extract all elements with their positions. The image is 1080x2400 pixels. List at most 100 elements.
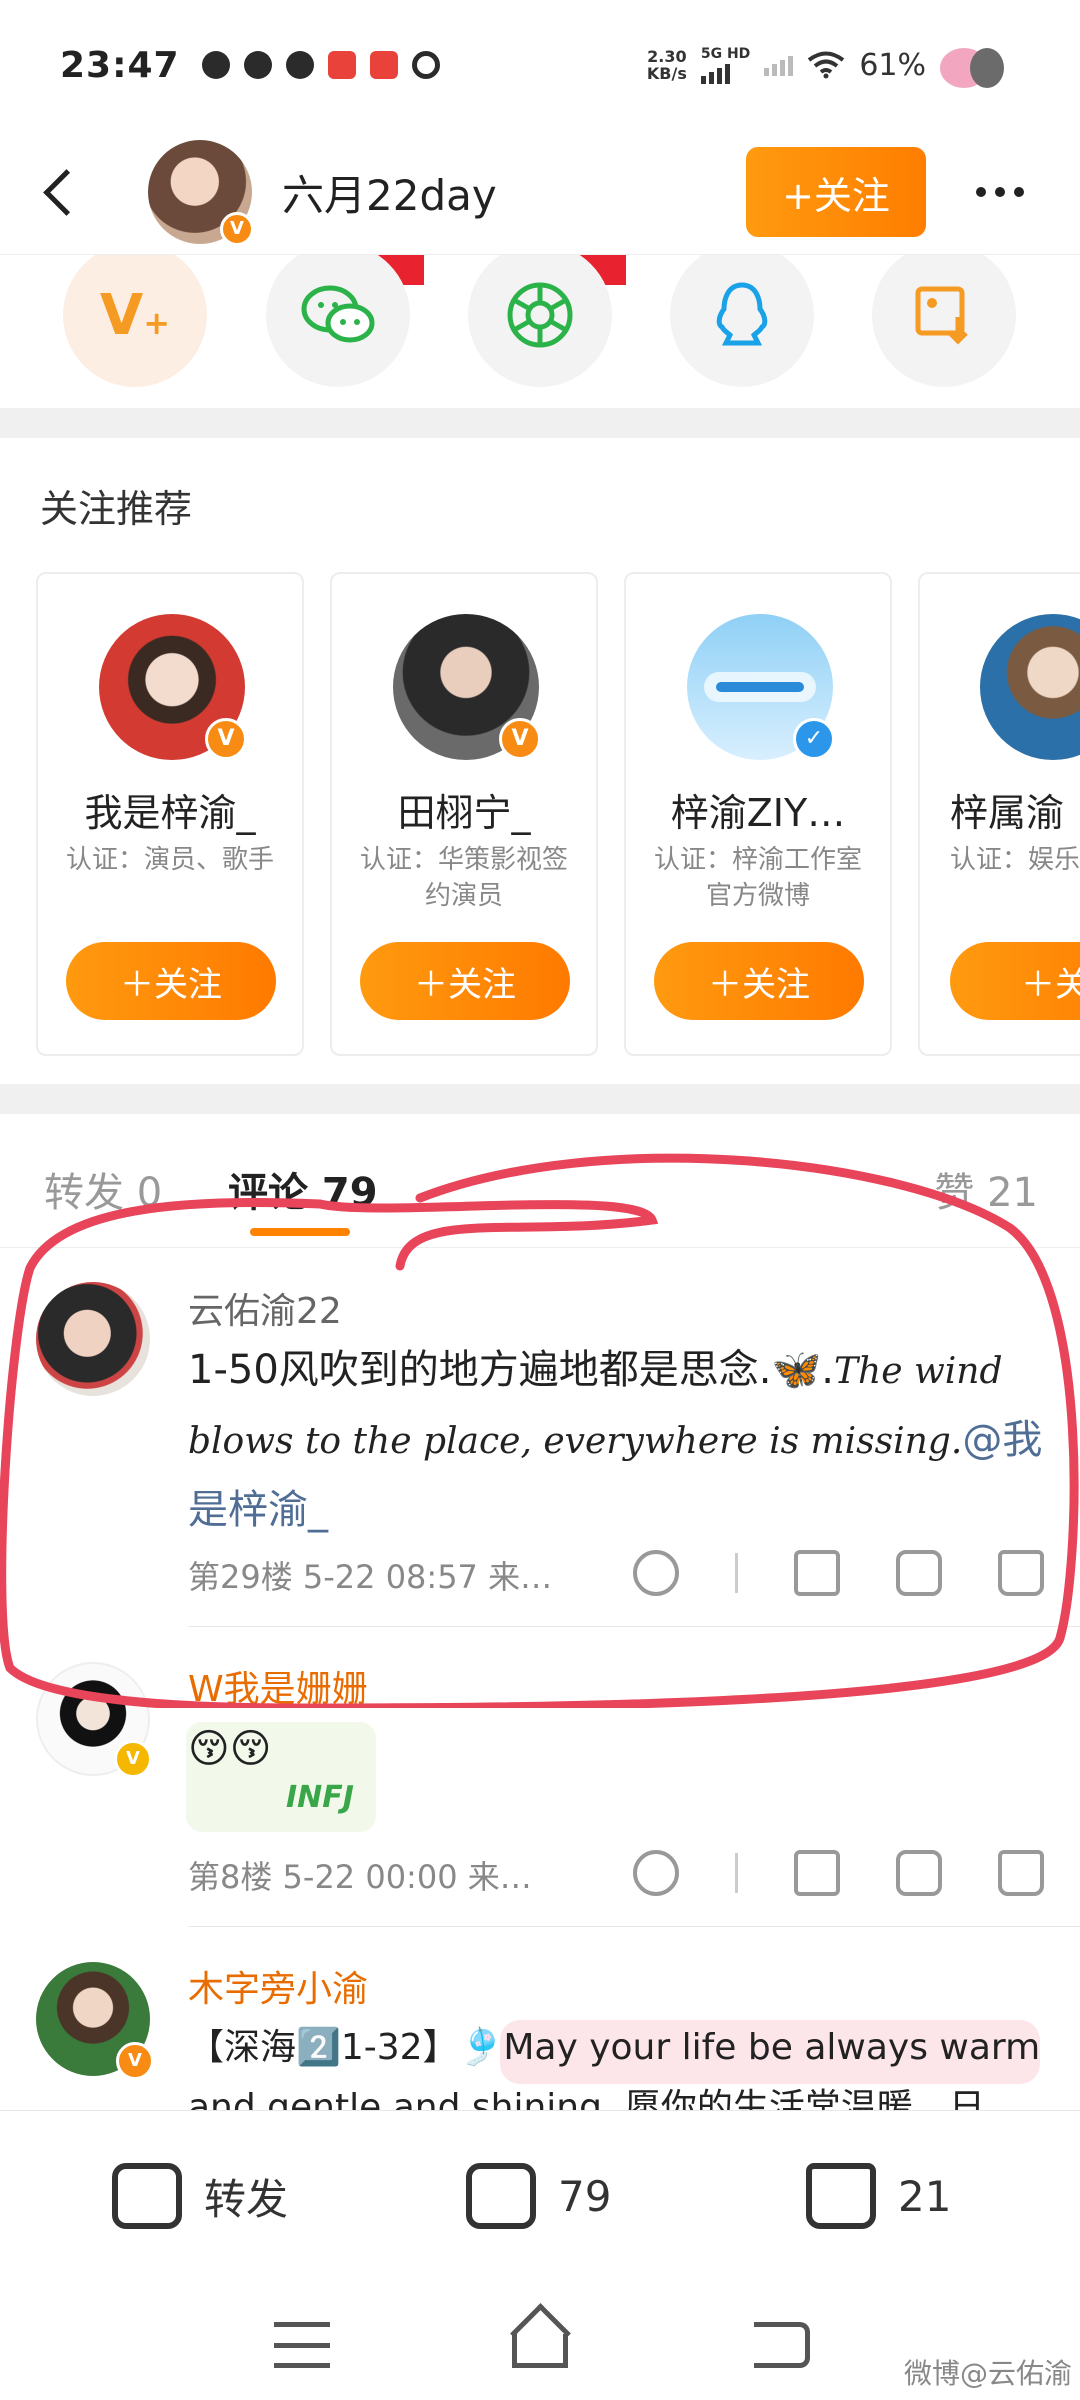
repost-button[interactable]: 转发: [112, 2163, 288, 2229]
notification-icons: [201, 51, 440, 79]
recommend-card[interactable]: 梓属渝 认证：娱乐 ＋关: [918, 572, 1080, 1056]
more-icon[interactable]: [960, 162, 1040, 222]
comment-meta: 第8楼 5-22 00:00 来…: [188, 1858, 532, 1896]
like-icon[interactable]: [998, 1850, 1044, 1896]
recommend-name[interactable]: 田栩宁_: [332, 782, 596, 837]
verified-badge-icon: V: [205, 718, 247, 760]
comment-text: 1-50风吹到的地方遍地都是思念.🦋.The wind blows to the…: [188, 1347, 1043, 1533]
section-divider: [0, 408, 1080, 438]
recommend-desc: 认证：梓渝工作室官方微博: [653, 845, 862, 911]
interaction-tabs: 转发 0 评论 79 赞 21: [0, 1120, 1080, 1248]
comment-item: V W我是姗姗 😚😚 INFJ 第8楼 5-22 00:00 来…: [0, 1630, 1080, 1930]
recommend-name[interactable]: 梓渝ZIY…: [626, 782, 890, 837]
recommend-desc: 认证：华策影视签约演员: [359, 845, 568, 911]
verified-badge-icon: V: [116, 2042, 154, 2080]
recommend-card[interactable]: V 我是梓渝_ 认证：演员、歌手 ＋关注: [36, 572, 304, 1056]
moments-icon[interactable]: [468, 255, 612, 387]
divider: [188, 1626, 1080, 1627]
avatar[interactable]: V: [148, 140, 254, 246]
comment-username[interactable]: 云佑渝22: [188, 1282, 342, 1334]
app-notification-icon: [327, 51, 356, 79]
header-username[interactable]: 六月22day: [282, 162, 497, 223]
save-image-icon[interactable]: [872, 255, 1016, 387]
active-tab-indicator: [250, 1228, 350, 1236]
share-icon[interactable]: [794, 1850, 840, 1896]
follow-button[interactable]: ＋关注: [654, 942, 864, 1020]
section-divider: [0, 1084, 1080, 1114]
follow-button[interactable]: +关注: [746, 147, 926, 237]
battery-icon: [940, 40, 1020, 90]
home-icon[interactable]: [512, 2334, 568, 2368]
comment-meta: 第29楼 5-22 08:57 来…: [188, 1558, 553, 1596]
signal-block: 5G HD: [700, 46, 750, 84]
wechat-icon[interactable]: [266, 255, 410, 387]
tab-comments[interactable]: 评论 79: [228, 1160, 378, 1218]
avatar[interactable]: [980, 614, 1080, 760]
comment-button[interactable]: 79: [466, 2163, 611, 2229]
repost-icon: [112, 2163, 182, 2229]
divider: [188, 1926, 1080, 1927]
status-time: 23:47: [60, 44, 180, 86]
weibo-vip-icon[interactable]: V+: [63, 255, 207, 387]
reply-icon[interactable]: [896, 1550, 942, 1596]
avatar[interactable]: V: [393, 614, 541, 760]
status-bar: 23:47 2.30 KB/s 5G HD 61%: [0, 0, 1080, 130]
share-row: V+: [0, 255, 1080, 405]
avatar[interactable]: V: [36, 1962, 154, 2080]
profile-header: V 六月22day +关注: [0, 130, 1080, 255]
tab-repost[interactable]: 转发 0: [44, 1160, 162, 1218]
back-icon[interactable]: [34, 162, 94, 222]
comment-username[interactable]: 木字旁小渝: [188, 1960, 368, 2012]
bottom-action-bar: 转发 79 21: [0, 2110, 1080, 2290]
verified-badge-icon: V: [499, 718, 541, 760]
follow-button[interactable]: ＋关注: [360, 942, 570, 1020]
follow-button[interactable]: ＋关: [950, 942, 1080, 1020]
recommend-card[interactable]: ✓ 梓渝ZIY… 认证：梓渝工作室官方微博 ＋关注: [624, 572, 892, 1056]
verified-badge-icon: V: [114, 1740, 152, 1778]
reply-icon[interactable]: [896, 1850, 942, 1896]
comment-actions: [577, 1550, 1044, 1596]
back-nav-icon[interactable]: [754, 2322, 810, 2368]
sticker-image: 😚😚 INFJ: [186, 1722, 376, 1832]
recommend-name[interactable]: 我是梓渝_: [38, 782, 302, 837]
app-notification-icon: [369, 51, 398, 79]
avatar[interactable]: V: [99, 614, 247, 760]
recommend-desc: 认证：演员、歌手: [65, 845, 274, 875]
comment-item: 云佑渝22 1-50风吹到的地方遍地都是思念.🦋.The wind blows …: [0, 1250, 1080, 1630]
verified-badge-icon: V: [220, 212, 254, 246]
dislike-icon[interactable]: [633, 1550, 679, 1596]
recommend-title: 关注推荐: [40, 487, 193, 531]
comment-item: V 木字旁小渝 【深海2️⃣1-32】🎐May your life be alw…: [0, 1930, 1080, 2110]
network-speed: 2.30 KB/s: [646, 47, 687, 83]
signal-icon: [700, 62, 750, 84]
verified-badge-icon: ✓: [793, 718, 835, 760]
battery-percent: 61%: [859, 47, 926, 83]
watermark: 微博@云佑渝: [903, 2357, 1072, 2390]
like-button[interactable]: 21: [806, 2163, 951, 2229]
comment-text: 【深海2️⃣1-32】🎐May your life be always warm…: [188, 2027, 1041, 2110]
app-notification-icon: [201, 51, 230, 79]
menu-icon[interactable]: [274, 2322, 330, 2368]
share-icon[interactable]: [794, 1550, 840, 1596]
comment-actions: [577, 1850, 1044, 1896]
like-icon: [806, 2163, 876, 2229]
qq-icon[interactable]: [670, 255, 814, 387]
tab-likes[interactable]: 赞 21: [934, 1160, 1038, 1218]
recommend-name[interactable]: 梓属渝: [920, 782, 1080, 837]
comment-username[interactable]: W我是姗姗: [188, 1660, 368, 1712]
weibo-notification-icon: [243, 51, 272, 79]
avatar[interactable]: V: [36, 1662, 152, 1778]
signal-icon: [764, 54, 794, 76]
avatar[interactable]: [36, 1282, 150, 1396]
dislike-icon[interactable]: [633, 1850, 679, 1896]
recommend-card[interactable]: V 田栩宁_ 认证：华策影视签约演员 ＋关注: [330, 572, 598, 1056]
like-icon[interactable]: [998, 1550, 1044, 1596]
wifi-icon: [808, 51, 845, 79]
studio-logo-icon: [704, 672, 816, 702]
recommend-desc: 认证：娱乐: [950, 845, 1080, 875]
follow-button[interactable]: ＋关注: [66, 942, 276, 1020]
app-notification-icon: [411, 51, 440, 79]
qq-notification-icon: [285, 51, 314, 79]
avatar[interactable]: ✓: [687, 614, 835, 760]
comment-icon: [466, 2163, 536, 2229]
